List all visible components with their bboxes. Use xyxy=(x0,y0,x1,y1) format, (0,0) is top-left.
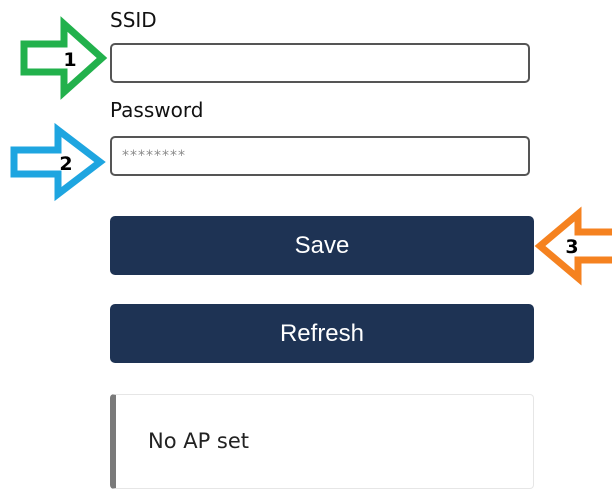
ssid-input[interactable] xyxy=(110,43,530,83)
callout-number-1: 1 xyxy=(63,49,76,71)
callout-number-2: 2 xyxy=(59,153,72,175)
refresh-button[interactable]: Refresh xyxy=(110,304,534,363)
callout-arrow-2-icon: 2 xyxy=(10,122,106,202)
status-text: No AP set xyxy=(148,429,250,453)
callout-arrow-1-icon: 1 xyxy=(20,16,108,100)
callout-number-3: 3 xyxy=(565,236,578,258)
password-input[interactable] xyxy=(110,136,530,176)
save-button[interactable]: Save xyxy=(110,216,534,275)
callout-arrow-3-icon: 3 xyxy=(534,206,612,286)
status-panel: No AP set xyxy=(110,394,534,489)
ssid-label: SSID xyxy=(110,8,157,32)
password-label: Password xyxy=(110,98,204,122)
